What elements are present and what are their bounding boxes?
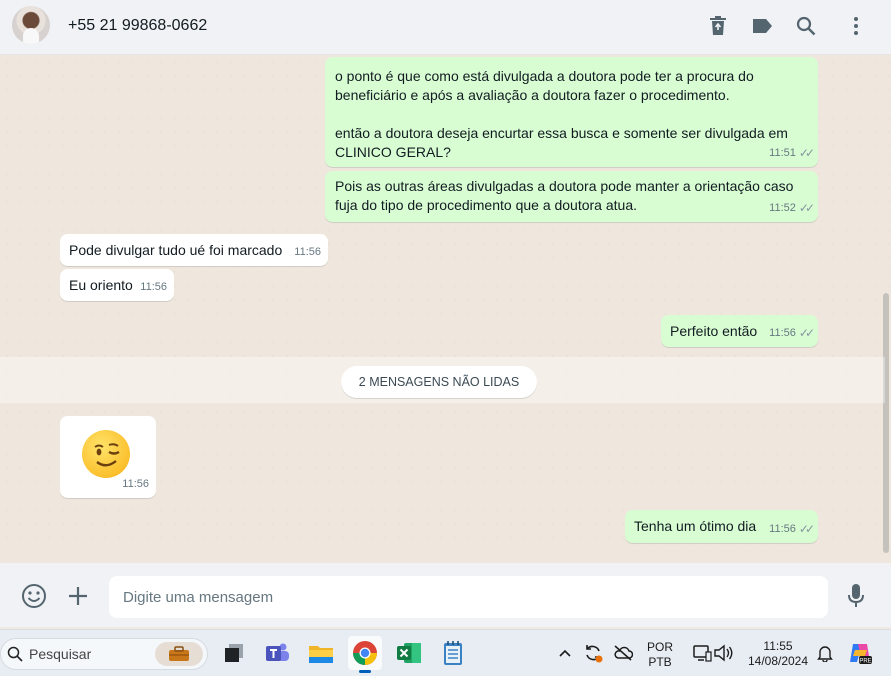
message-text: Pois as outras áreas divulgadas a doutor… [335, 178, 794, 213]
contact-name[interactable]: +55 21 99868-0662 [68, 17, 207, 35]
clock-date: 14/08/2024 [747, 654, 809, 668]
message-time: 11:56 [769, 327, 796, 339]
message-composer [0, 563, 891, 627]
search-icon[interactable] [794, 14, 818, 38]
taskbar-search[interactable]: Pesquisar [0, 638, 208, 670]
taskbar-search-label: Pesquisar [29, 646, 92, 662]
message-meta: 11:56 [294, 243, 321, 262]
search-icon [7, 646, 23, 662]
delete-icon[interactable] [706, 14, 730, 38]
double-check-read-icon: ✓✓ [798, 146, 815, 160]
message-bubble-outgoing[interactable]: Perfeito então 11:56 ✓✓ [661, 315, 818, 347]
excel-icon[interactable] [392, 636, 426, 670]
chrome-icon[interactable] [348, 636, 382, 673]
windows-taskbar: Pesquisar POR PTB 11:55 14/08/2024 PRE [0, 629, 891, 676]
task-view-icon[interactable] [217, 636, 251, 670]
chat-scrollbar[interactable] [883, 293, 889, 553]
message-time: 11:51 [769, 147, 796, 159]
message-time: 11:56 [140, 281, 167, 293]
message-meta: 11:56 ✓✓ [769, 324, 815, 343]
double-check-read-icon: ✓✓ [798, 201, 815, 215]
message-meta: 11:52 ✓✓ [769, 199, 815, 218]
message-time: 11:56 [294, 246, 321, 258]
svg-text:PRE: PRE [859, 659, 871, 665]
message-input[interactable] [109, 576, 828, 618]
message-bubble-outgoing[interactable]: Tenha um ótimo dia 11:56 ✓✓ [625, 510, 818, 543]
notification-bell-icon[interactable] [808, 636, 842, 670]
double-check-read-icon: ✓✓ [798, 326, 815, 340]
message-bubble-incoming[interactable]: Pode divulgar tudo ué foi marcado 11:56 [60, 234, 328, 266]
input-language[interactable]: POR PTB [643, 640, 677, 670]
microphone-icon[interactable] [842, 582, 870, 610]
active-app-indicator [359, 670, 371, 673]
copilot-icon[interactable]: PRE [843, 636, 877, 670]
language-code: POR [646, 640, 673, 654]
briefcase-icon [155, 642, 203, 666]
contact-avatar[interactable] [12, 6, 50, 44]
chat-header: +55 21 99868-0662 [0, 0, 891, 55]
message-bubble-incoming[interactable]: Eu oriento 11:56 [60, 269, 174, 301]
message-time: 11:52 [769, 202, 796, 214]
file-explorer-icon[interactable] [304, 636, 338, 670]
menu-icon[interactable] [844, 14, 868, 38]
unread-messages-label: 2 MENSAGENS NÃO LIDAS [341, 366, 537, 398]
message-meta: 11:51 ✓✓ [769, 144, 815, 163]
winking-face-emoji-icon [82, 430, 130, 478]
message-list[interactable]: o ponto é que como está divulgada a dout… [0, 55, 891, 563]
message-text: o ponto é que como está divulgada a dout… [335, 68, 788, 160]
message-bubble-outgoing[interactable]: Pois as outras áreas divulgadas a doutor… [325, 171, 818, 222]
sync-icon[interactable] [576, 636, 610, 670]
message-meta: 11:56 [140, 278, 167, 297]
keyboard-layout: PTB [648, 655, 672, 669]
teams-icon[interactable] [260, 636, 294, 670]
volume-icon[interactable] [706, 636, 740, 670]
notepad-icon[interactable] [436, 636, 470, 670]
cloud-offline-icon[interactable] [606, 636, 640, 670]
attach-plus-icon[interactable] [64, 582, 92, 610]
emoji-icon[interactable] [20, 582, 48, 610]
message-meta: 11:56 ✓✓ [769, 520, 815, 539]
message-text: Pode divulgar tudo ué foi marcado [69, 242, 283, 258]
double-check-read-icon: ✓✓ [798, 522, 815, 536]
clock[interactable]: 11:55 14/08/2024 [744, 639, 812, 669]
label-icon[interactable] [750, 14, 774, 38]
clock-time: 11:55 [763, 639, 793, 653]
message-bubble-outgoing[interactable]: o ponto é que como está divulgada a dout… [325, 57, 818, 167]
message-time: 11:56 [769, 523, 796, 535]
